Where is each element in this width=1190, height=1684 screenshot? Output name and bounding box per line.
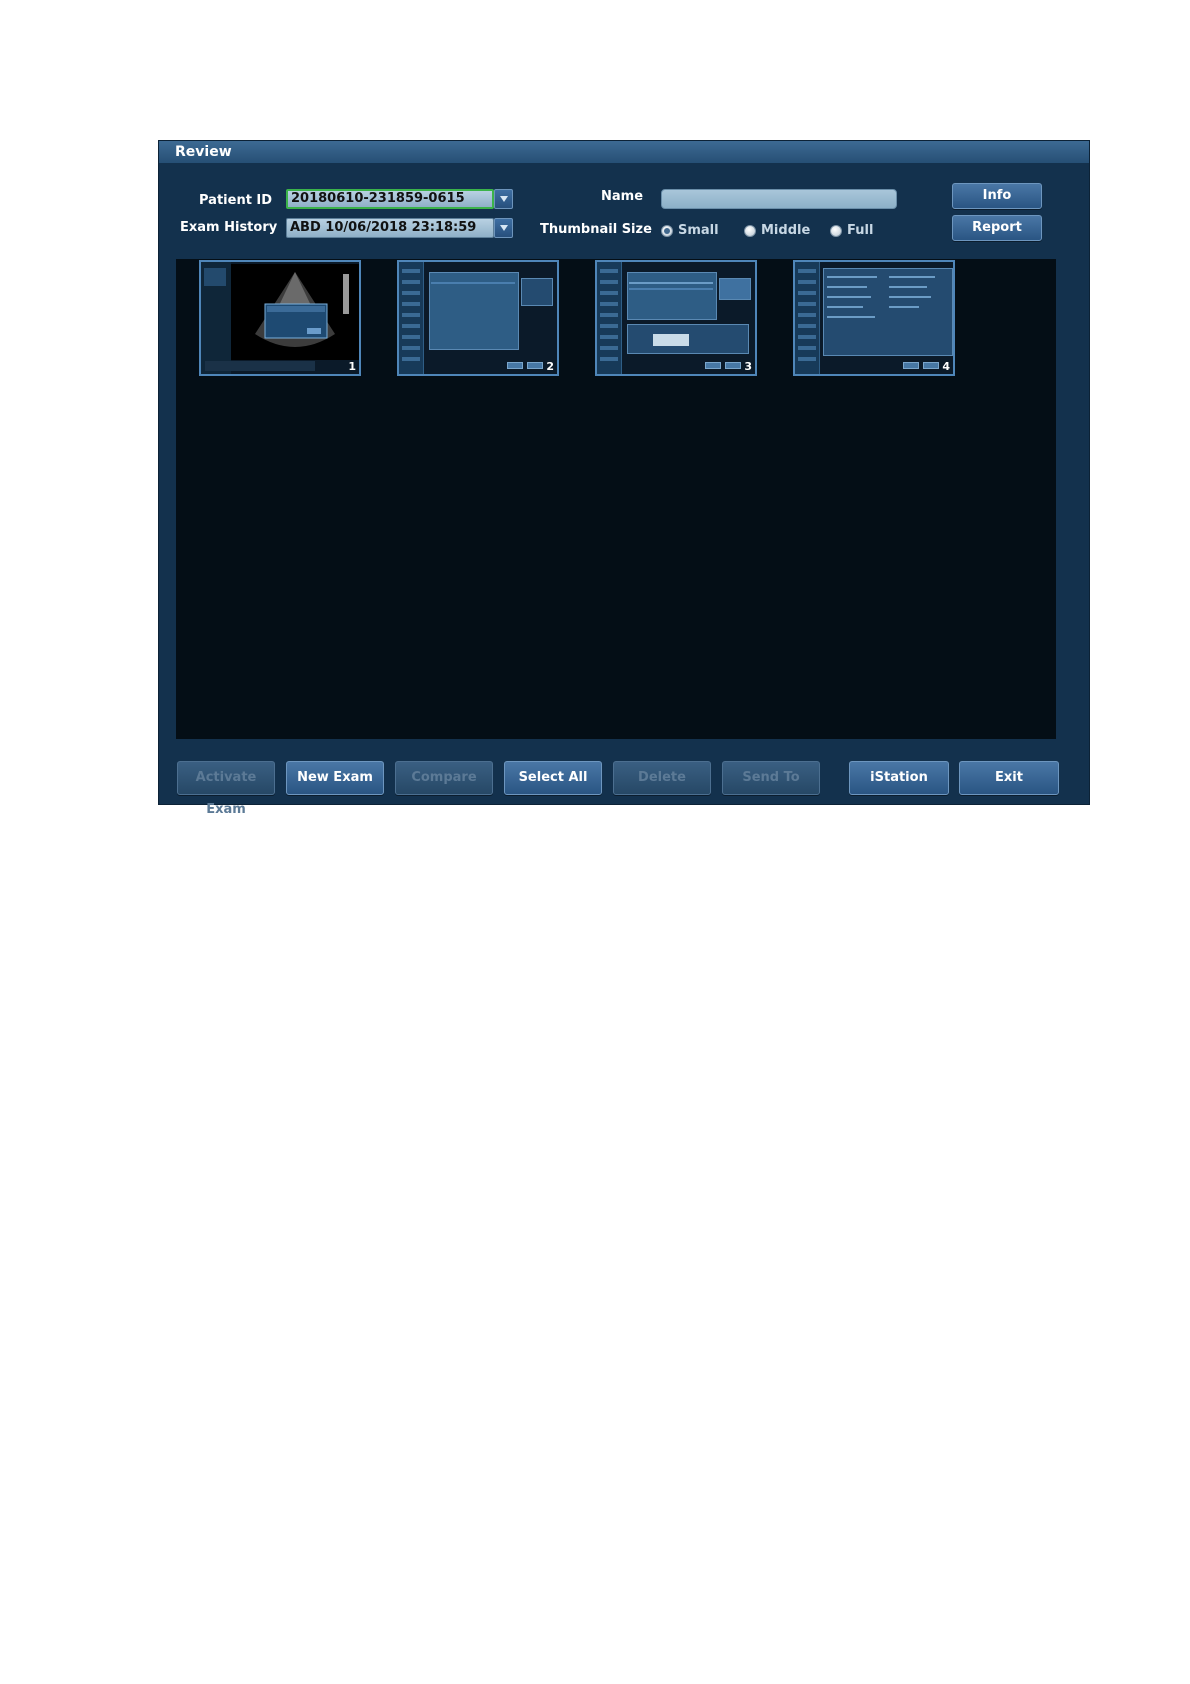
thumb-row [629,282,713,284]
istation-button[interactable]: iStation [849,761,949,795]
thumb-side-panel [521,278,553,306]
patient-id-combo[interactable]: 20180610-231859-0615 [286,189,494,209]
thumb-button [725,362,741,369]
exam-history-dropdown-button[interactable] [494,218,513,238]
thumb-button [903,362,919,369]
thumbnail-number: 4 [942,360,950,373]
thumbnail-size-middle-radio[interactable]: Middle [744,223,810,238]
thumb-row [827,276,877,278]
thumb-sidebar [597,262,622,374]
info-button[interactable]: Info [952,183,1042,209]
thumb-row [827,316,875,318]
window-title: Review [159,141,1089,163]
thumb-button [527,362,543,369]
thumb-button [923,362,939,369]
thumb-row [889,296,931,298]
name-label: Name [601,189,644,204]
activate-exam-button[interactable]: Activate Exam [177,761,275,817]
compare-button[interactable]: Compare [395,761,493,795]
thumb-settings [823,268,953,356]
radio-empty-icon [830,224,842,237]
exam-history-combo[interactable]: ABD 10/06/2018 23:18:59 [286,218,494,238]
thumbnail-4[interactable]: 4 [793,260,955,376]
thumb-row [827,296,871,298]
thumb-button [507,362,523,369]
thumb-row [827,306,863,308]
thumbnail-size-full-radio[interactable]: Full [830,223,873,238]
thumbnail-number: 3 [744,360,752,373]
thumb-row [827,286,867,288]
exit-button[interactable]: Exit [959,761,1059,795]
thumbnail-1[interactable]: 1 [199,260,361,376]
patient-id-label: Patient ID [199,193,273,208]
patient-id-dropdown-button[interactable] [494,189,513,209]
thumbnail-3[interactable]: 3 [595,260,757,376]
send-to-button[interactable]: Send To [722,761,820,795]
thumb-menu [204,268,226,286]
name-field[interactable] [661,189,897,209]
thumb-row [629,288,713,290]
thumbnail-number: 1 [348,360,356,373]
thumb-clipbar [205,361,315,371]
triangle-down-icon [499,196,508,202]
thumb-sidebar [399,262,424,374]
thumb-row [889,286,927,288]
report-button[interactable]: Report [952,215,1042,241]
delete-button[interactable]: Delete [613,761,711,795]
thumb-row [889,306,919,308]
thumbnail-viewer: 1 2 3 4 [176,259,1056,739]
radio-empty-icon [744,224,756,237]
thumbnail-size-label: Thumbnail Size [540,222,652,237]
thumbnail-2[interactable]: 2 [397,260,559,376]
exam-history-label: Exam History [180,220,278,235]
thumbnail-size-small-radio[interactable]: Small [661,223,719,238]
thumb-row [431,282,515,284]
thumb-side-panel [719,278,751,300]
select-all-button[interactable]: Select All [504,761,602,795]
thumb-button [705,362,721,369]
thumb-sidebar [795,262,820,374]
thumbnail-number: 2 [546,360,554,373]
ultrasound-sector-icon [231,264,359,360]
radio-selected-icon [661,224,673,237]
thumb-row [889,276,935,278]
review-window: Review Patient ID 20180610-231859-0615 E… [159,141,1089,817]
triangle-down-icon [499,225,508,231]
new-exam-button[interactable]: New Exam [286,761,384,795]
thumb-panel [627,272,717,320]
thumb-field [653,334,689,346]
